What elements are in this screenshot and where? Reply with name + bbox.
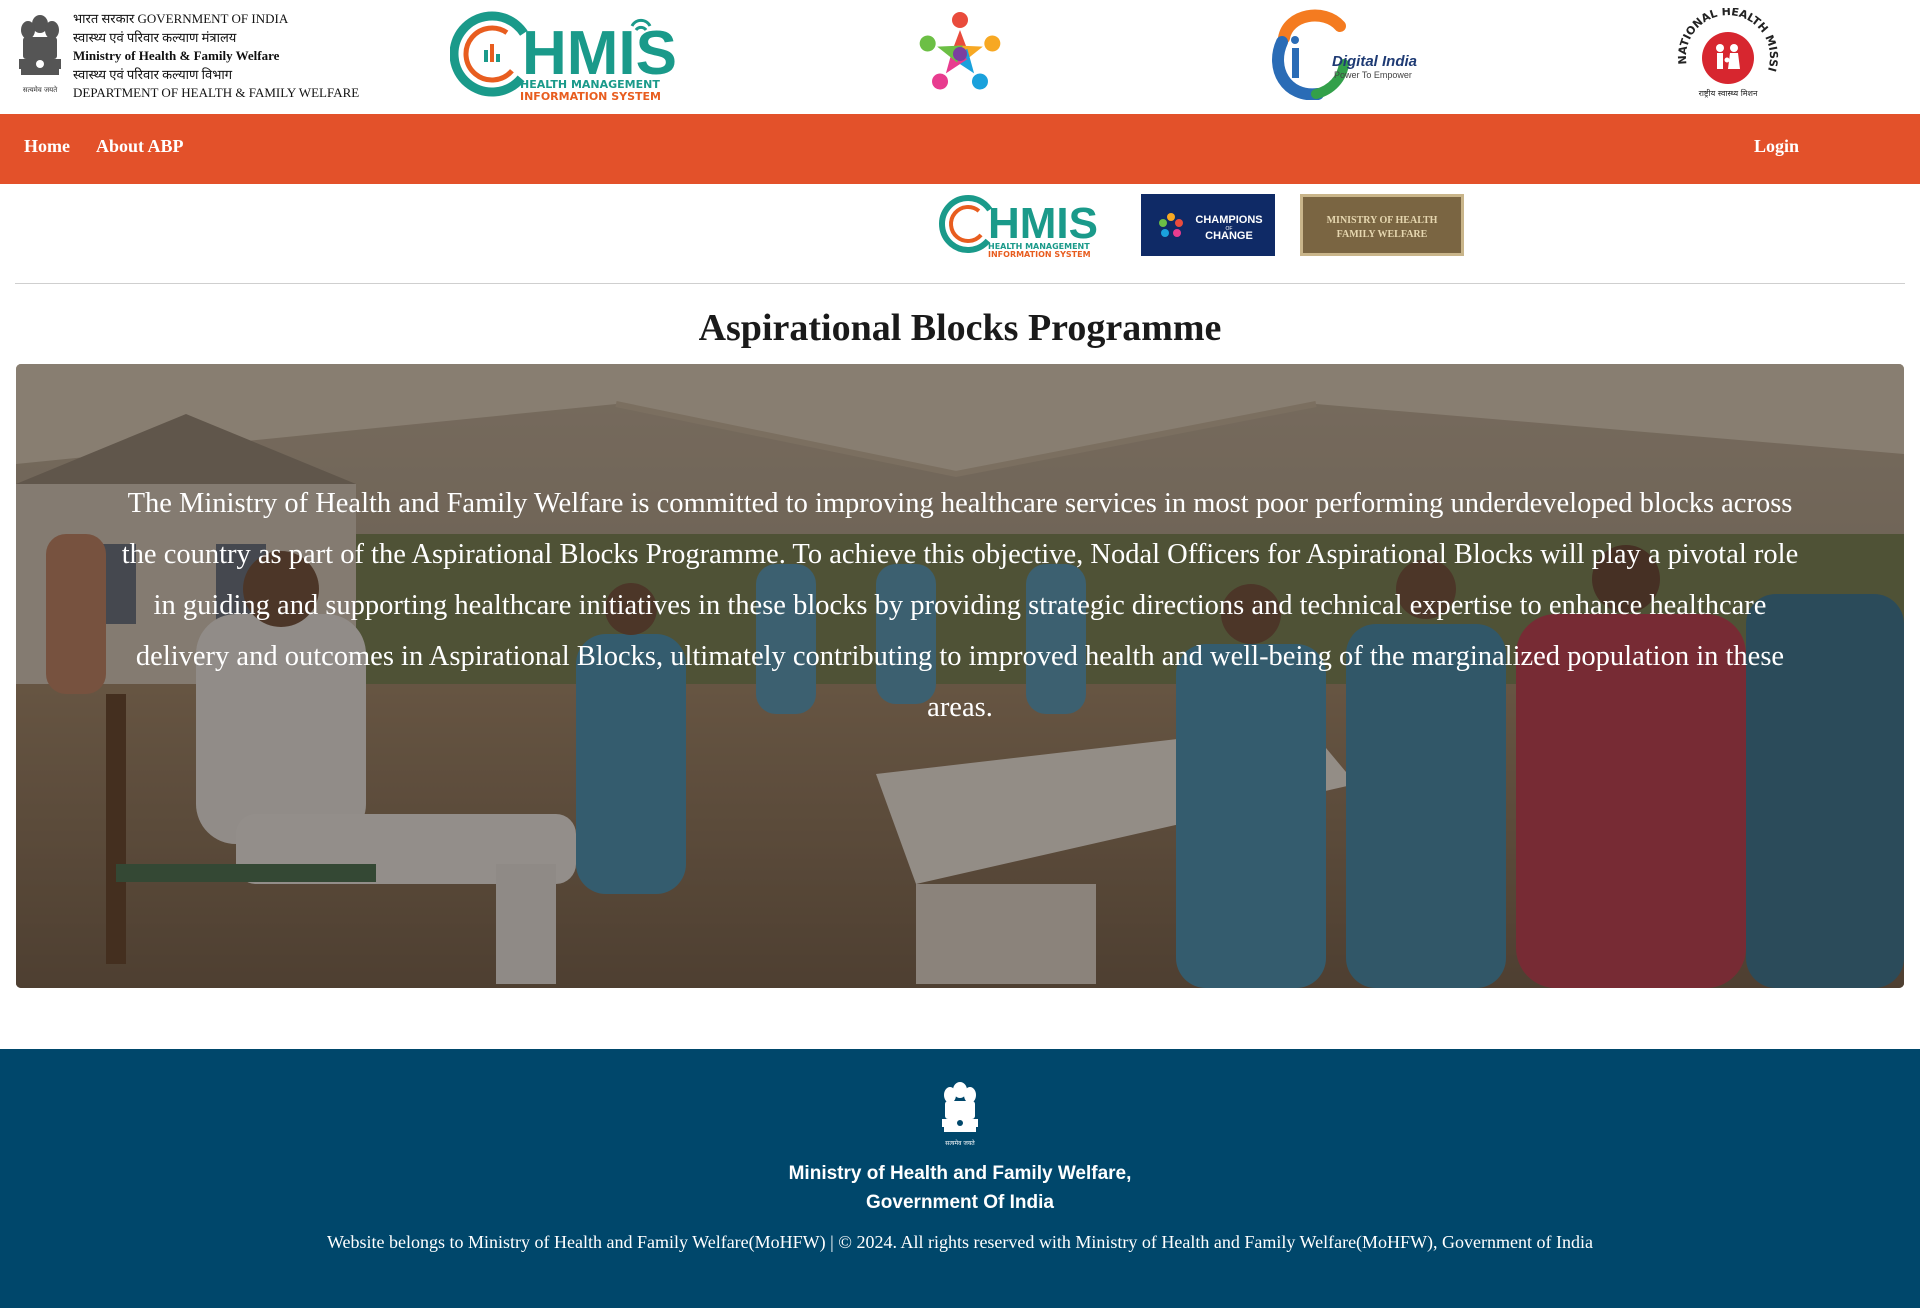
gov-line-5: DEPARTMENT OF HEALTH & FAMILY WELFARE — [73, 85, 360, 100]
site-footer: सत्यमेव जयते Ministry of Health and Fami… — [0, 1049, 1920, 1308]
top-header: सत्यमेव जयते भारत सरकार GOVERNMENT OF IN… — [0, 0, 1920, 114]
gov-line-2: स्वास्थ्य एवं परिवार कल्याण मंत्रालय — [73, 29, 237, 45]
section-divider — [15, 283, 1905, 284]
national-emblem-icon: सत्यमेव जयते — [19, 15, 61, 94]
footer-copyright: Website belongs to Ministry of Health an… — [326, 1232, 1594, 1252]
national-emblem-icon: सत्यमेव जयते — [942, 1082, 978, 1147]
gov-line-1: भारत सरकार GOVERNMENT OF INDIA — [73, 11, 289, 26]
footer-ministry-name: Ministry of Health and Family Welfare, G… — [0, 1159, 1920, 1217]
svg-text:INFORMATION SYSTEM: INFORMATION SYSTEM — [520, 90, 661, 103]
footer-ministry-line-1: Ministry of Health and Family Welfare, — [788, 1163, 1132, 1184]
svg-text:राष्ट्रीय स्वास्थ्य मिशन: राष्ट्रीय स्वास्थ्य मिशन — [1699, 88, 1758, 98]
svg-text:INFORMATION SYSTEM: INFORMATION SYSTEM — [988, 250, 1091, 258]
digital-india-logo: Digital India Power To Empower — [1272, 9, 1417, 100]
nav-home-link[interactable]: Home — [24, 136, 70, 157]
mohfw-plaque: MINISTRY OF HEALTH FAMILY WELFARE — [1303, 197, 1461, 253]
svg-text:सत्यमेव जयते: सत्यमेव जयते — [945, 1139, 975, 1147]
government-text: भारत सरकार GOVERNMENT OF INDIA स्वास्थ्य… — [73, 10, 359, 103]
champions-of-change-logo[interactable]: CHAMPIONS OF CHANGE — [1141, 194, 1275, 256]
gov-line-4: स्वास्थ्य एवं परिवार कल्याण विभाग — [73, 66, 233, 82]
programme-description: The Ministry of Health and Family Welfar… — [121, 488, 1799, 723]
nhm-logo: NATIONAL HEALTH MISSION राष्ट्रीय स्वास्… — [1670, 8, 1780, 98]
footer-ministry-line-2: Government Of India — [866, 1192, 1054, 1213]
svg-text:CHANGE: CHANGE — [1205, 230, 1253, 242]
government-branding: सत्यमेव जयते भारत सरकार GOVERNMENT OF IN… — [14, 10, 359, 104]
main-navbar: Home About ABP Login — [0, 114, 1920, 184]
svg-text:CHAMPIONS: CHAMPIONS — [1195, 214, 1262, 226]
mohfw-logo[interactable]: MINISTRY OF HEALTH FAMILY WELFARE — [1300, 194, 1464, 256]
nav-login-link[interactable]: Login — [1754, 136, 1799, 157]
svg-text:Power To Empower: Power To Empower — [1334, 70, 1412, 80]
gov-line-3: Ministry of Health & Family Welfare — [73, 48, 280, 63]
partner-hmis-logo[interactable]: HMIS HEALTH MANAGEMENT INFORMATION SYSTE… — [938, 192, 1116, 258]
svg-text:Digital India: Digital India — [1332, 53, 1417, 70]
hmis-logo: HMIS HEALTH MANAGEMENT INFORMATION SYSTE… — [450, 11, 677, 103]
svg-text:सत्यमेव जयते: सत्यमेव जयते — [23, 85, 58, 94]
hero-banner: The Ministry of Health and Family Welfar… — [16, 364, 1904, 988]
page-title: Aspirational Blocks Programme — [698, 307, 1222, 349]
people-star-logo — [919, 12, 1001, 90]
svg-text:MINISTRY OF HEALTH: MINISTRY OF HEALTH — [1327, 215, 1438, 226]
svg-text:FAMILY WELFARE: FAMILY WELFARE — [1337, 229, 1428, 240]
champions-of-change-graphic: CHAMPIONS OF CHANGE — [1159, 213, 1263, 242]
nav-about-link[interactable]: About ABP — [96, 136, 184, 157]
svg-text:HMIS: HMIS — [988, 199, 1098, 248]
